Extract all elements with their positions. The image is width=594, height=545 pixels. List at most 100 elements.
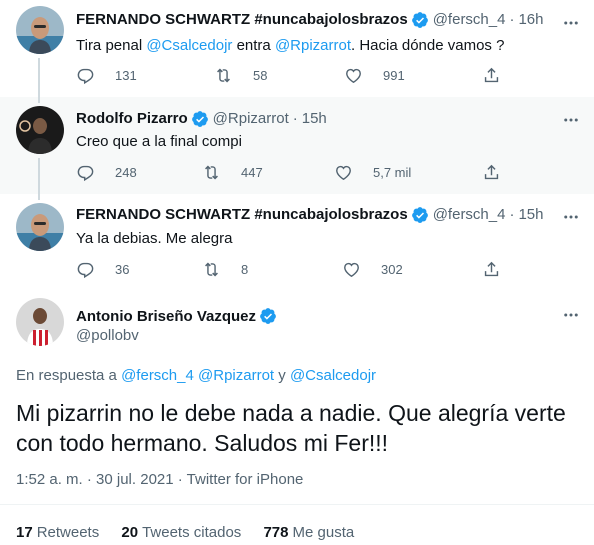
- separator-dot: ·: [292, 110, 298, 127]
- text-segment: . Hacia dónde vamos ?: [351, 37, 505, 54]
- main-author-name-row: Antonio Briseño Vazquez: [76, 307, 281, 325]
- like-count: 5,7 mil: [373, 165, 412, 180]
- quotes-stat[interactable]: 20 Tweets citados: [121, 524, 241, 541]
- quotes-label: Tweets citados: [142, 524, 242, 541]
- tweet-actions: 131 58 991: [76, 66, 512, 86]
- like-button[interactable]: 302: [342, 260, 403, 279]
- author-name[interactable]: Rodolfo Pizarro: [76, 109, 188, 129]
- tweet-actions: 248 447 5,7 mil: [76, 163, 512, 183]
- likes-count: 778: [263, 524, 289, 541]
- reply-mention[interactable]: @Csalcedojr: [290, 367, 376, 384]
- author-handle[interactable]: @Rpizarrot: [213, 109, 289, 129]
- tweet-timestamp[interactable]: 1:52 a. m. · 30 jul. 2021 · Twitter for …: [16, 471, 303, 488]
- retweets-label: Retweets: [36, 524, 100, 541]
- main-author-name[interactable]: Antonio Briseño Vazquez: [76, 308, 256, 325]
- text-segment: entra: [232, 37, 275, 54]
- tweet-header: Rodolfo Pizarro @Rpizarrot · 15h: [76, 109, 327, 129]
- main-author-handle[interactable]: @pollobv: [76, 327, 139, 344]
- tweet-time[interactable]: 16h: [518, 10, 543, 30]
- share-button[interactable]: [482, 163, 501, 182]
- like-icon: [342, 260, 361, 279]
- thread-connector: [38, 58, 40, 97]
- main-tweet-text: Mi pizarrin no le debe nada a nadie. Que…: [16, 400, 566, 456]
- more-options-icon[interactable]: [562, 14, 580, 32]
- tweet-header: FERNANDO SCHWARTZ #nuncabajolosbrazos @f…: [76, 205, 544, 225]
- like-button[interactable]: 5,7 mil: [334, 163, 411, 182]
- like-count: 302: [381, 262, 403, 277]
- thread-tweet-1[interactable]: FERNANDO SCHWARTZ #nuncabajolosbrazos @f…: [0, 0, 594, 97]
- like-button[interactable]: 991: [344, 66, 405, 85]
- avatar-rodolfo[interactable]: [16, 106, 64, 154]
- share-button[interactable]: [482, 66, 501, 85]
- like-icon: [334, 163, 353, 182]
- share-icon: [482, 66, 501, 85]
- reply-button[interactable]: 131: [76, 66, 137, 85]
- separator-dot: ·: [509, 206, 515, 223]
- retweet-icon: [214, 66, 233, 85]
- likes-stat[interactable]: 778 Me gusta: [263, 524, 354, 541]
- verified-badge-icon: [259, 307, 277, 325]
- mention-link[interactable]: @Rpizarrot: [275, 37, 351, 54]
- reply-count: 36: [115, 262, 130, 277]
- retweet-count: 58: [253, 68, 268, 83]
- verified-badge-icon: [191, 110, 209, 128]
- more-options-icon[interactable]: [562, 208, 580, 226]
- share-icon: [482, 163, 501, 182]
- verified-badge-icon: [411, 206, 429, 224]
- reply-prefix: En respuesta a: [16, 367, 122, 384]
- reply-joiner: y: [274, 367, 290, 384]
- separator-dot: ·: [509, 11, 515, 28]
- share-icon: [482, 260, 501, 279]
- tweet-header: FERNANDO SCHWARTZ #nuncabajolosbrazos @f…: [76, 10, 544, 30]
- thread-connector: [38, 97, 40, 103]
- more-options-icon[interactable]: [562, 306, 580, 324]
- reply-icon: [76, 163, 95, 182]
- retweet-count: 447: [241, 165, 263, 180]
- like-count: 991: [383, 68, 405, 83]
- thread-connector: [38, 194, 40, 200]
- tweet-text: Creo que a la final compi: [76, 133, 242, 150]
- retweets-stat[interactable]: 17 Retweets: [16, 524, 99, 541]
- tweet-actions: 36 8 302: [76, 260, 512, 280]
- tweet-text: Tira penal @Csalcedojr entra @Rpizarrot.…: [76, 36, 504, 56]
- retweet-button[interactable]: 447: [202, 163, 263, 182]
- verified-badge-icon: [411, 11, 429, 29]
- text-segment: Tira penal: [76, 37, 147, 54]
- retweet-button[interactable]: 58: [214, 66, 267, 85]
- reply-icon: [76, 66, 95, 85]
- more-options-icon[interactable]: [562, 111, 580, 129]
- tweet-time[interactable]: 15h: [302, 109, 327, 129]
- author-handle[interactable]: @fersch_4: [433, 205, 506, 225]
- retweet-icon: [202, 260, 221, 279]
- author-name[interactable]: FERNANDO SCHWARTZ #nuncabajolosbrazos: [76, 10, 408, 30]
- like-icon: [344, 66, 363, 85]
- avatar-fernando[interactable]: [16, 6, 64, 54]
- reply-icon: [76, 260, 95, 279]
- tweet-time[interactable]: 15h: [518, 205, 543, 225]
- mention-link[interactable]: @Csalcedojr: [146, 37, 232, 54]
- likes-label: Me gusta: [292, 524, 355, 541]
- thread-connector: [38, 158, 40, 194]
- retweets-count: 17: [16, 524, 33, 541]
- avatar-fernando[interactable]: [16, 203, 64, 251]
- reply-context: En respuesta a @fersch_4 @Rpizarrot y @C…: [16, 367, 376, 384]
- reply-mention[interactable]: @fersch_4: [121, 367, 194, 384]
- share-button[interactable]: [482, 260, 501, 279]
- author-name[interactable]: FERNANDO SCHWARTZ #nuncabajolosbrazos: [76, 205, 408, 225]
- author-handle[interactable]: @fersch_4: [433, 10, 506, 30]
- tweet-stats: 17 Retweets 20 Tweets citados 778 Me gusta: [16, 524, 372, 541]
- thread-tweet-2[interactable]: Rodolfo Pizarro @Rpizarrot · 15h Creo qu…: [0, 97, 594, 194]
- reply-button[interactable]: 248: [76, 163, 137, 182]
- reply-button[interactable]: 36: [76, 260, 129, 279]
- divider: [0, 504, 594, 505]
- reply-count: 131: [115, 68, 137, 83]
- thread-tweet-3[interactable]: FERNANDO SCHWARTZ #nuncabajolosbrazos @f…: [0, 194, 594, 290]
- reply-mention[interactable]: @Rpizarrot: [198, 367, 274, 384]
- quotes-count: 20: [121, 524, 139, 541]
- tweet-text: Ya la debias. Me alegra: [76, 230, 233, 247]
- retweet-count: 8: [241, 262, 249, 277]
- retweet-icon: [202, 163, 221, 182]
- retweet-button[interactable]: 8: [202, 260, 248, 279]
- avatar-antonio[interactable]: [16, 298, 64, 346]
- reply-count: 248: [115, 165, 137, 180]
